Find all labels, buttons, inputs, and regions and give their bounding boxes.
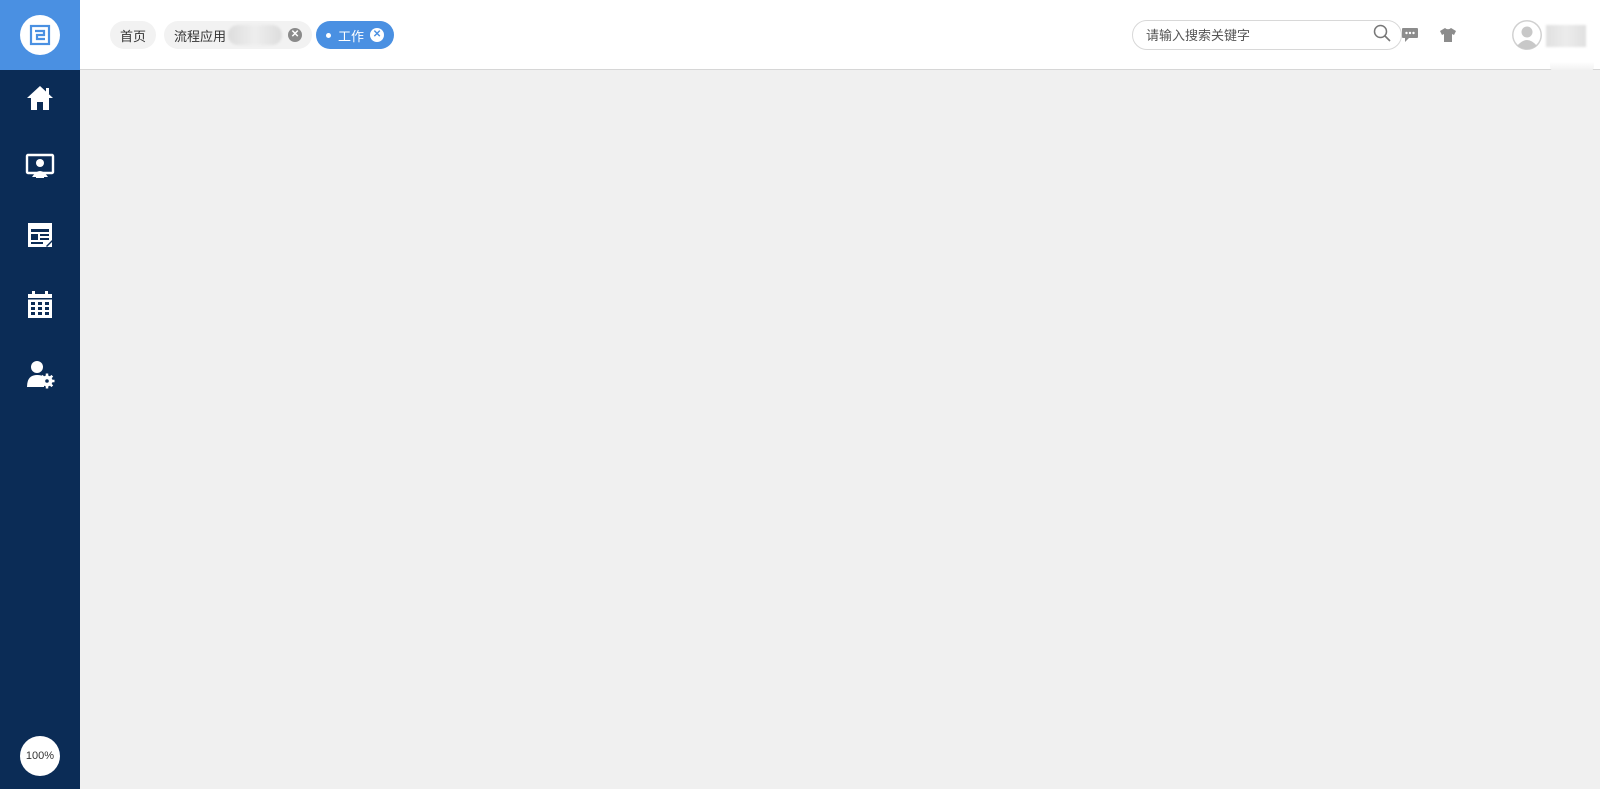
logo-area[interactable]	[0, 0, 80, 70]
tab-process-app[interactable]: 流程应用 ✕	[164, 21, 313, 49]
home-icon	[25, 84, 55, 116]
search-icon[interactable]	[1373, 24, 1391, 46]
sidebar-item-desktop-user[interactable]	[0, 139, 80, 199]
search-input[interactable]	[1146, 27, 1373, 43]
calendar-icon	[26, 290, 54, 324]
user-gear-icon	[25, 359, 55, 393]
main-content-area	[80, 70, 1600, 789]
redacted-username[interactable]	[1546, 25, 1586, 47]
tab-label: 工作	[338, 28, 365, 44]
newspaper-icon	[26, 222, 54, 254]
search-box	[1132, 20, 1402, 50]
zoom-level-badge[interactable]: 100%	[20, 736, 60, 776]
tab-home[interactable]: 首页	[110, 21, 157, 49]
sidebar-item-news[interactable]	[0, 208, 80, 268]
skin-shirt-icon[interactable]	[1438, 25, 1458, 45]
user-avatar-icon	[1512, 20, 1542, 50]
redacted-text	[228, 25, 283, 45]
active-dot-icon	[326, 32, 331, 38]
message-icon[interactable]	[1400, 25, 1420, 45]
avatar[interactable]	[1512, 20, 1542, 50]
logo-icon	[20, 15, 60, 55]
header-bar: 首页 流程应用 ✕ 工作 ✕	[80, 0, 1600, 72]
tab-work[interactable]: 工作 ✕	[316, 21, 395, 49]
tab-label: 流程应用	[174, 28, 227, 44]
close-icon[interactable]: ✕	[370, 28, 385, 42]
tab-label: 首页	[120, 28, 147, 44]
close-icon[interactable]: ✕	[288, 28, 303, 42]
sidebar-item-home[interactable]	[0, 70, 80, 130]
sidebar-item-user-settings[interactable]	[0, 346, 80, 406]
sidebar-item-calendar[interactable]	[0, 277, 80, 337]
sidebar: 100%	[0, 0, 80, 789]
monitor-user-icon	[25, 153, 55, 185]
